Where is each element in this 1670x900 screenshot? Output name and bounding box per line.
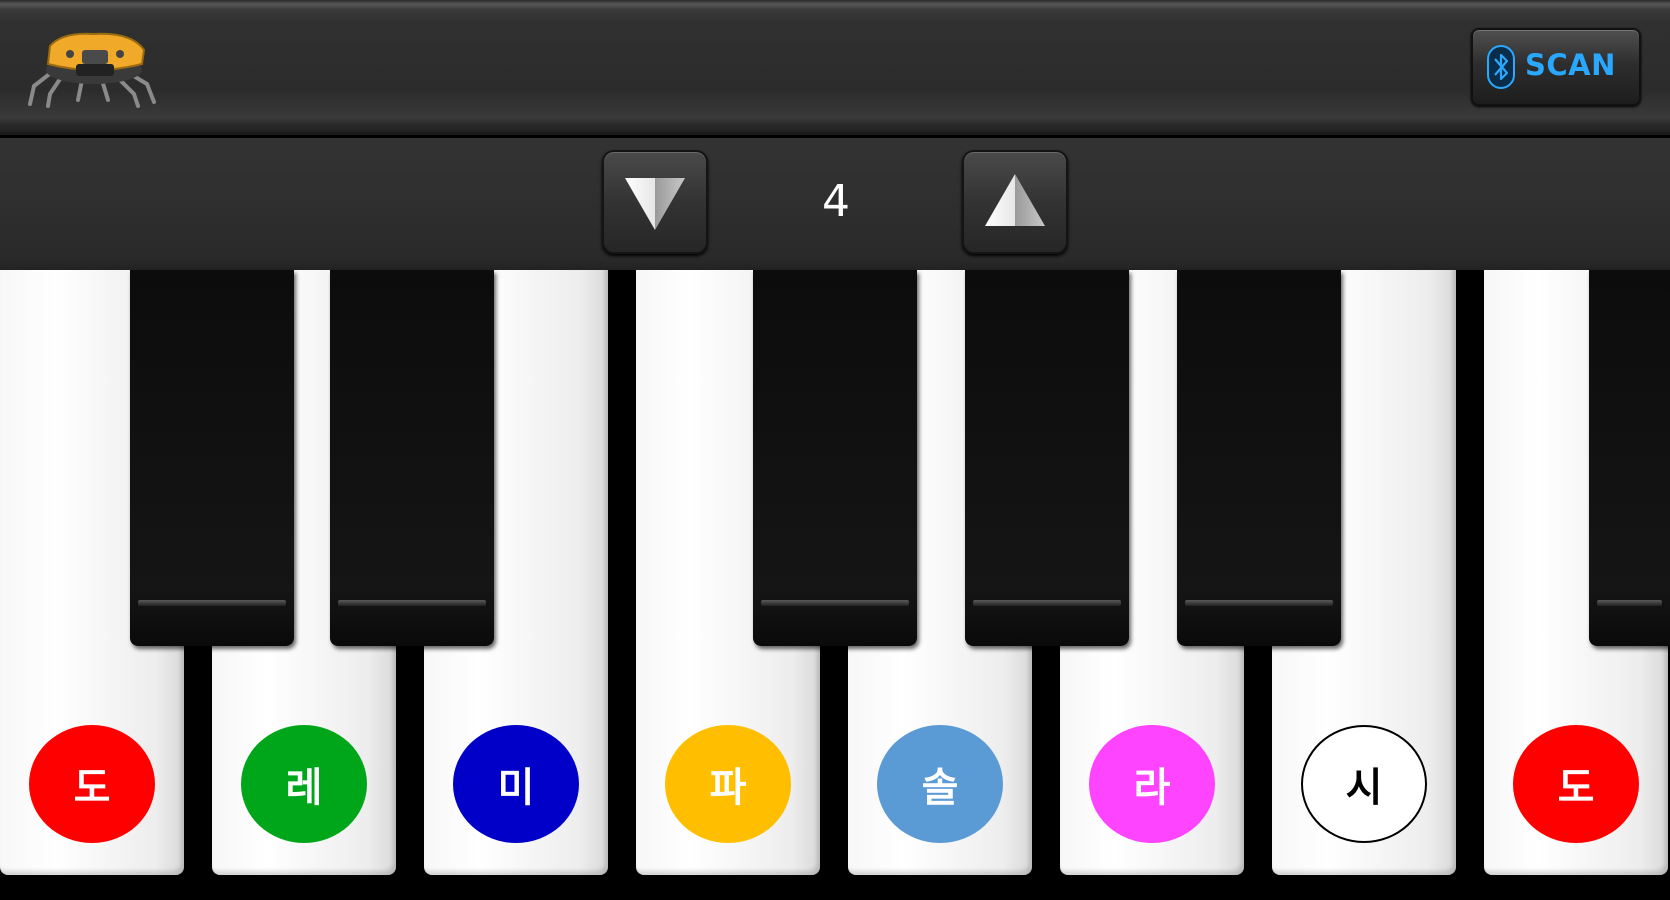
top-header: SCAN — [0, 0, 1670, 135]
note-label-do: 도 — [29, 725, 155, 843]
octave-down-button[interactable] — [602, 150, 708, 254]
octave-value: 4 — [822, 176, 850, 227]
note-label-mi: 미 — [453, 725, 579, 843]
note-label-sol: 솔 — [877, 725, 1003, 843]
black-key-do-sharp-high[interactable] — [1589, 270, 1670, 646]
triangle-down-icon — [625, 178, 685, 230]
octave-up-button[interactable] — [962, 150, 1068, 254]
piano-app: SCAN 4 도 레 미 파 솔 라 시 도 — [0, 0, 1670, 900]
black-key-re-sharp[interactable] — [330, 270, 494, 646]
note-label-re: 레 — [241, 725, 367, 843]
octave-bar: 4 — [0, 138, 1670, 270]
scan-label: SCAN — [1525, 48, 1616, 82]
black-key-do-sharp[interactable] — [130, 270, 294, 646]
note-label-si: 시 — [1301, 725, 1427, 843]
black-key-la-sharp[interactable] — [1177, 270, 1341, 646]
piano-keyboard: 도 레 미 파 솔 라 시 도 — [0, 270, 1670, 900]
scan-button[interactable]: SCAN — [1471, 28, 1641, 106]
triangle-up-icon — [985, 174, 1045, 226]
robot-spider-logo — [22, 24, 167, 108]
note-label-fa: 파 — [665, 725, 791, 843]
black-key-sol-sharp[interactable] — [965, 270, 1129, 646]
note-label-do-high: 도 — [1513, 725, 1639, 843]
note-label-la: 라 — [1089, 725, 1215, 843]
black-key-fa-sharp[interactable] — [753, 270, 917, 646]
bluetooth-icon — [1487, 45, 1515, 89]
